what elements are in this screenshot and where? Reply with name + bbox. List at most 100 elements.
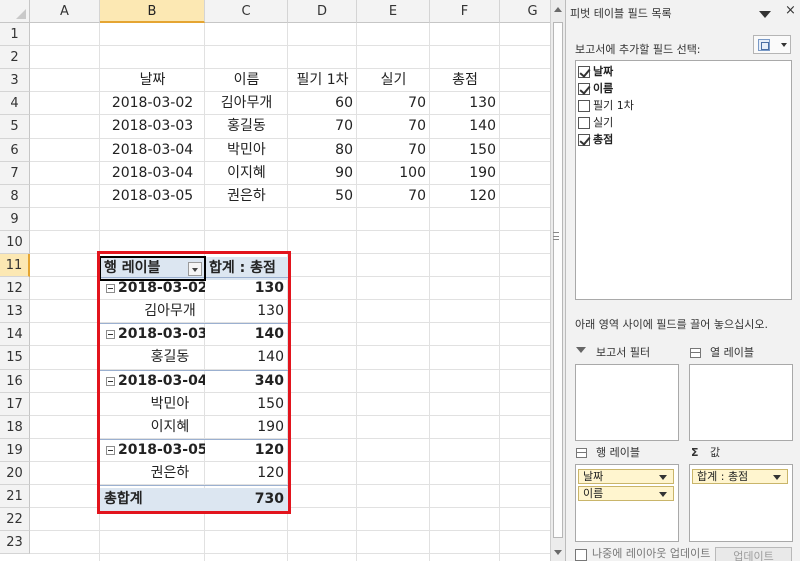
row-header-17[interactable]: 17 bbox=[0, 393, 30, 416]
spreadsheet-grid[interactable]: ABCDEFG 1 2 3 4 5 6 7 8 9 10 11 12 13 14 15 16 17 18 19 20 2… bbox=[0, 0, 550, 561]
row-labels-drop-area[interactable]: 날짜이름 bbox=[575, 464, 679, 542]
table-cell[interactable]: 70 bbox=[288, 115, 357, 138]
row-header-15[interactable]: 15 bbox=[0, 346, 30, 370]
table-cell[interactable]: 권은하 bbox=[205, 185, 288, 208]
row-header-2[interactable]: 2 bbox=[0, 46, 30, 69]
row-header-8[interactable]: 8 bbox=[0, 185, 30, 208]
column-header-a[interactable]: A bbox=[30, 0, 100, 23]
row-header-3[interactable]: 3 bbox=[0, 69, 30, 92]
scroll-grip-icon bbox=[553, 232, 559, 240]
row-header-20[interactable]: 20 bbox=[0, 462, 30, 485]
value-field-chip[interactable]: 합계 : 총점 bbox=[692, 469, 788, 484]
row-header-10[interactable]: 10 bbox=[0, 231, 30, 254]
row-header-6[interactable]: 6 bbox=[0, 139, 30, 162]
row-labels-label: 행 레이블 bbox=[596, 446, 640, 459]
table-cell[interactable]: 130 bbox=[430, 92, 500, 115]
row-header-4[interactable]: 4 bbox=[0, 92, 30, 115]
report-filter-label: 보고서 필터 bbox=[596, 346, 651, 359]
table-cell[interactable]: 김아무개 bbox=[205, 92, 288, 115]
scroll-thumb[interactable] bbox=[553, 22, 563, 538]
row-header-23[interactable]: 23 bbox=[0, 531, 30, 554]
column-labels-drop-area[interactable] bbox=[689, 364, 793, 441]
table-cell[interactable]: 2018-03-04 bbox=[100, 162, 205, 185]
field-checkbox[interactable] bbox=[578, 66, 590, 78]
row-header-21[interactable]: 21 bbox=[0, 485, 30, 508]
field-layout-icon bbox=[758, 39, 770, 51]
field-layout-button[interactable] bbox=[753, 35, 791, 54]
filter-icon bbox=[576, 347, 586, 353]
column-header-f[interactable]: F bbox=[430, 0, 500, 23]
table-cell[interactable]: 90 bbox=[288, 162, 357, 185]
table-cell[interactable]: 70 bbox=[357, 139, 430, 162]
field-checkbox[interactable] bbox=[578, 117, 590, 129]
table-header-cell[interactable]: 이름 bbox=[205, 69, 288, 92]
row-gridline bbox=[30, 530, 550, 531]
table-cell[interactable]: 2018-03-02 bbox=[100, 92, 205, 115]
table-cell[interactable]: 70 bbox=[357, 185, 430, 208]
field-layout-dropdown-icon bbox=[781, 43, 787, 47]
table-header-cell[interactable]: 총점 bbox=[430, 69, 500, 92]
row-header-5[interactable]: 5 bbox=[0, 115, 30, 139]
row-header-9[interactable]: 9 bbox=[0, 208, 30, 231]
select-all-corner[interactable] bbox=[0, 0, 30, 23]
table-cell[interactable]: 2018-03-03 bbox=[100, 115, 205, 138]
table-cell[interactable]: 60 bbox=[288, 92, 357, 115]
row-header-16[interactable]: 16 bbox=[0, 370, 30, 393]
row-gridline bbox=[30, 553, 550, 554]
column-header-g[interactable]: G bbox=[500, 0, 550, 23]
pane-options-chevron-down-icon[interactable] bbox=[759, 11, 771, 18]
column-header-d[interactable]: D bbox=[288, 0, 357, 23]
defer-layout-checkbox[interactable] bbox=[575, 549, 587, 561]
row-header-13[interactable]: 13 bbox=[0, 300, 30, 323]
table-header-cell[interactable]: 날짜 bbox=[100, 69, 205, 92]
row-header-18[interactable]: 18 bbox=[0, 416, 30, 439]
drag-instruction-text: 아래 영역 사이에 필드를 끌어 놓으십시오. bbox=[575, 318, 769, 331]
table-header-cell[interactable]: 실기 bbox=[357, 69, 430, 92]
table-cell[interactable]: 80 bbox=[288, 139, 357, 162]
values-drop-area[interactable]: 합계 : 총점 bbox=[689, 464, 793, 542]
table-cell[interactable]: 190 bbox=[430, 162, 500, 185]
pane-close-icon[interactable]: × bbox=[785, 3, 796, 18]
row-header-7[interactable]: 7 bbox=[0, 162, 30, 185]
table-cell[interactable]: 박민아 bbox=[205, 139, 288, 162]
scroll-up-arrow-icon[interactable] bbox=[554, 7, 562, 12]
column-header-b[interactable]: B bbox=[100, 0, 205, 23]
pivot-field-list-pane: 피벗 테이블 필드 목록 × 보고서에 추가할 필드 선택: 날짜 이름 필기 1차… bbox=[565, 0, 800, 561]
table-cell[interactable]: 120 bbox=[430, 185, 500, 208]
table-cell[interactable]: 2018-03-04 bbox=[100, 139, 205, 162]
update-button[interactable]: 업데이트 bbox=[715, 547, 792, 561]
report-filter-drop-area[interactable] bbox=[575, 364, 679, 441]
row-header-19[interactable]: 19 bbox=[0, 439, 30, 462]
column-header-c[interactable]: C bbox=[205, 0, 288, 23]
row-header-1[interactable]: 1 bbox=[0, 23, 30, 46]
table-cell[interactable]: 50 bbox=[288, 185, 357, 208]
row-header-14[interactable]: 14 bbox=[0, 323, 30, 346]
vertical-scrollbar[interactable] bbox=[550, 0, 565, 561]
scroll-down-arrow-icon[interactable] bbox=[554, 550, 562, 555]
field-checkbox[interactable] bbox=[578, 134, 590, 146]
pane-title: 피벗 테이블 필드 목록 bbox=[570, 7, 672, 20]
row-field-chip[interactable]: 이름 bbox=[578, 486, 674, 501]
column-labels-label: 열 레이블 bbox=[710, 346, 754, 359]
column-header-e[interactable]: E bbox=[357, 0, 430, 23]
defer-layout-label: 나중에 레이아웃 업데이트 bbox=[592, 547, 711, 560]
table-cell[interactable]: 2018-03-05 bbox=[100, 185, 205, 208]
field-list-box[interactable]: 날짜 이름 필기 1차 실기 총점 bbox=[575, 60, 792, 300]
table-header-cell[interactable]: 필기 1차 bbox=[288, 69, 357, 92]
row-field-chip[interactable]: 날짜 bbox=[578, 469, 674, 484]
table-cell[interactable]: 홍길동 bbox=[205, 115, 288, 138]
row-header-12[interactable]: 12 bbox=[0, 277, 30, 300]
table-cell[interactable]: 150 bbox=[430, 139, 500, 162]
row-header-22[interactable]: 22 bbox=[0, 508, 30, 531]
field-checkbox[interactable] bbox=[578, 100, 590, 112]
row-header-11[interactable]: 11 bbox=[0, 254, 30, 277]
table-cell[interactable]: 70 bbox=[357, 115, 430, 138]
table-cell[interactable]: 이지혜 bbox=[205, 162, 288, 185]
table-cell[interactable]: 100 bbox=[357, 162, 430, 185]
field-label: 날짜 bbox=[593, 65, 614, 78]
table-cell[interactable]: 140 bbox=[430, 115, 500, 138]
field-label: 실기 bbox=[593, 116, 614, 129]
table-cell[interactable]: 70 bbox=[357, 92, 430, 115]
pivot-highlight-box bbox=[97, 251, 291, 514]
field-checkbox[interactable] bbox=[578, 83, 590, 95]
